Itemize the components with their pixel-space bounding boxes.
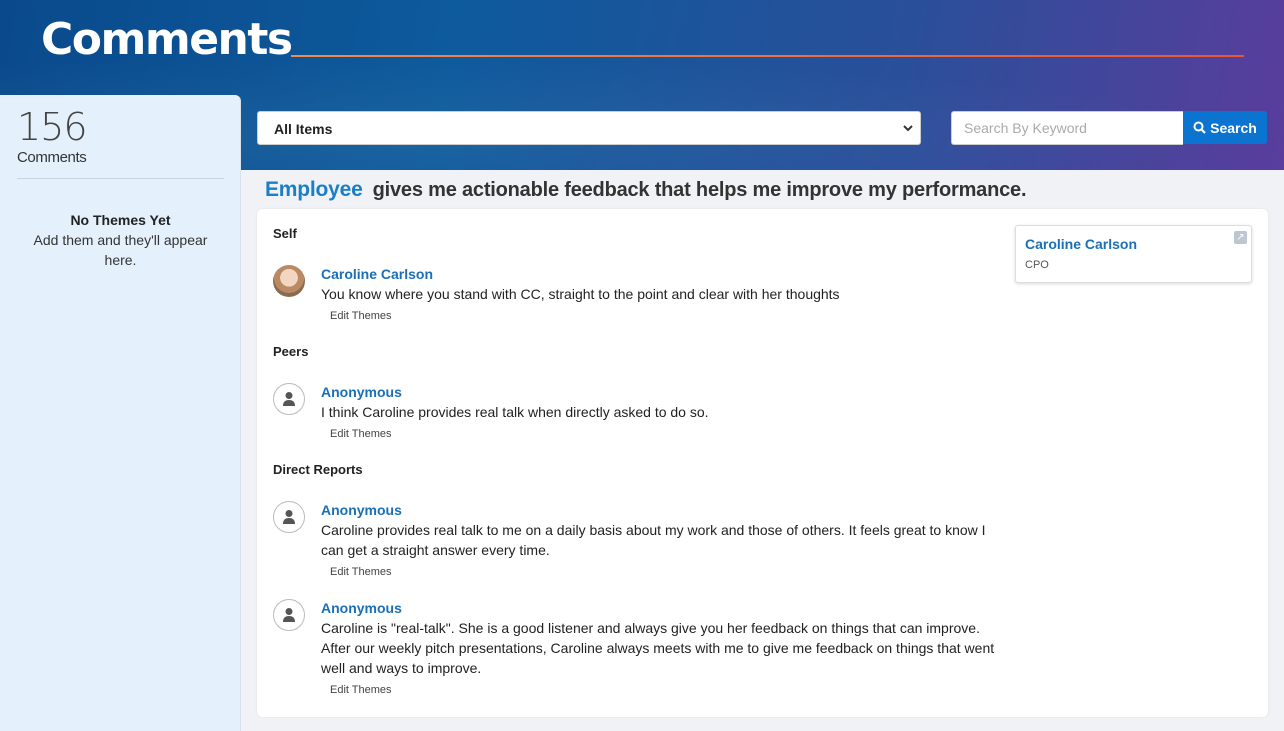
search-icon [1193, 121, 1206, 134]
comment-text: I think Caroline provides real talk when… [321, 404, 709, 420]
profile-name[interactable]: Caroline Carlson [1025, 236, 1137, 252]
comment-author[interactable]: Anonymous [321, 502, 402, 518]
avatar [273, 501, 305, 533]
search-input[interactable] [951, 111, 1183, 145]
group-label-self: Self [273, 226, 297, 241]
filter-selected-value: All Items [274, 121, 333, 137]
no-themes-title: No Themes Yet [70, 212, 171, 228]
search-button[interactable]: Search [1183, 111, 1267, 144]
comment-text: Caroline provides real talk to me on a d… [321, 522, 986, 558]
question-subject[interactable]: Employee [265, 178, 363, 201]
group-label-direct-reports: Direct Reports [273, 462, 363, 477]
edit-themes-link[interactable]: Edit Themes [330, 428, 392, 440]
user-icon [283, 392, 295, 406]
question-heading: Employee gives me actionable feedback tha… [265, 178, 1027, 202]
edit-themes-link[interactable]: Edit Themes [330, 310, 392, 322]
expand-icon[interactable]: ↗ [1234, 231, 1247, 244]
themes-sidebar [0, 95, 241, 731]
comment-count: 156 [17, 105, 88, 149]
comment-author[interactable]: Anonymous [321, 600, 402, 616]
header-divider [291, 55, 1244, 57]
avatar [273, 265, 305, 297]
profile-card[interactable]: Caroline Carlson CPO ↗ [1015, 225, 1252, 283]
question-text: gives me actionable feedback that helps … [372, 179, 1027, 201]
edit-themes-link[interactable]: Edit Themes [330, 566, 392, 578]
edit-themes-link[interactable]: Edit Themes [330, 684, 392, 696]
user-icon [283, 510, 295, 524]
items-filter-select[interactable]: All Items [257, 111, 921, 145]
search-button-label: Search [1210, 119, 1257, 136]
comment-text: Caroline is "real-talk". She is a good l… [321, 620, 995, 676]
sidebar-divider [17, 178, 224, 179]
group-label-peers: Peers [273, 344, 309, 359]
avatar [273, 599, 305, 631]
page-title: Comments [41, 14, 293, 65]
avatar [273, 383, 305, 415]
profile-role: CPO [1025, 259, 1049, 271]
comment-text: You know where you stand with CC, straig… [321, 286, 840, 302]
no-themes-text: Add them and they'll appear here. [33, 232, 208, 268]
comment-count-label: Comments [17, 149, 87, 166]
comment-author[interactable]: Anonymous [321, 384, 402, 400]
user-icon [283, 608, 295, 622]
comment-author[interactable]: Caroline Carlson [321, 266, 433, 282]
chevron-down-icon [903, 125, 913, 132]
